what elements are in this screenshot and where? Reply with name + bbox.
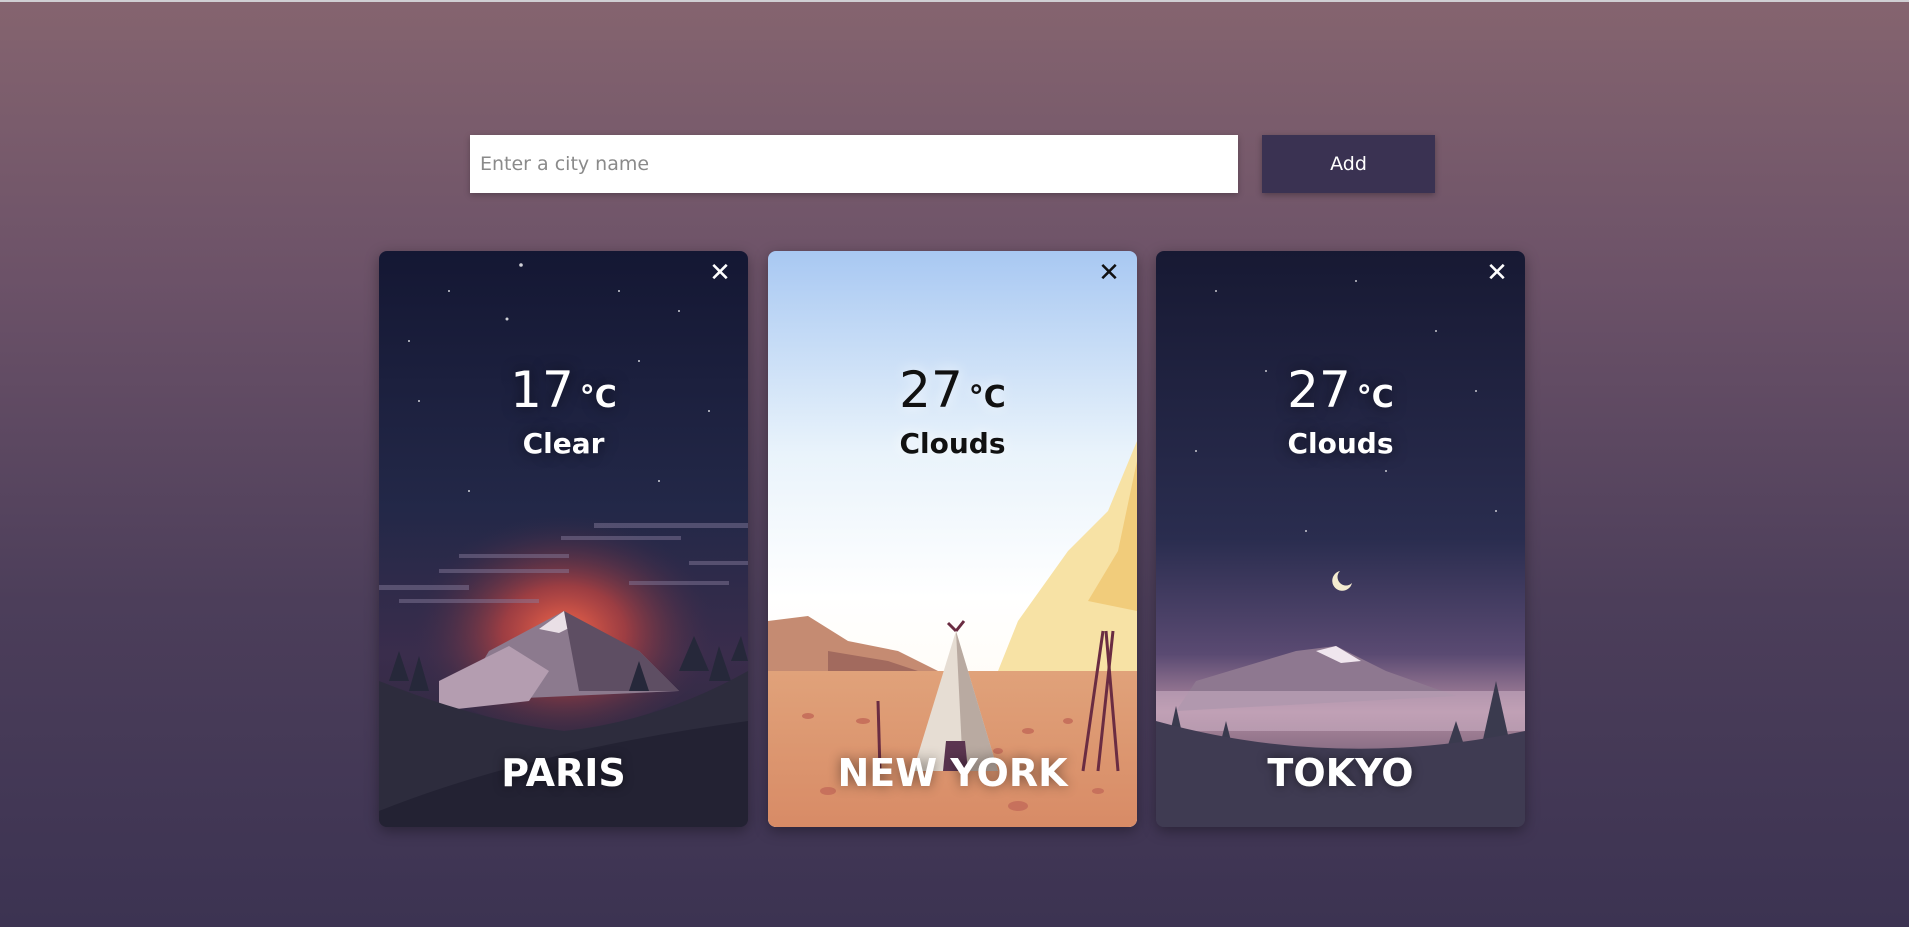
weather-condition: Clouds [899,427,1006,460]
weather-condition: Clear [522,427,605,460]
weather-info: 17 °C Clear [379,363,748,459]
weather-card-new-york: ✕ 27 °C Clouds NEW YORK [768,251,1137,827]
temperature-value: 27 [1287,361,1351,419]
add-city-button[interactable]: Add [1262,135,1435,193]
city-name: NEW YORK [837,751,1068,795]
night-mountain-moon-image [1156,251,1525,827]
temperature-value: 27 [899,361,963,419]
night-mountain-sunset-image [379,251,748,827]
city-name: TOKYO [1267,751,1414,795]
weather-card-tokyo: ✕ 27 °C Clouds TOKYO [1156,251,1525,827]
city-name: PARIS [501,751,626,795]
weather-info: 27 °C Clouds [1156,363,1525,459]
city-search-input[interactable] [470,135,1238,193]
desert-teepee-day-image [768,251,1137,827]
close-card-icon[interactable]: ✕ [1483,259,1511,287]
add-city-form: Add [470,135,1435,193]
weather-info: 27 °C Clouds [768,363,1137,459]
weather-condition: Clouds [1287,427,1394,460]
temperature-unit: °C [1356,380,1394,415]
temperature-value: 17 [510,361,574,419]
temperature-unit: °C [968,380,1006,415]
weather-card-paris: ✕ 17 °C Clear PARIS [379,251,748,827]
close-card-icon[interactable]: ✕ [1095,259,1123,287]
temperature-unit: °C [579,380,617,415]
window-top-border [0,0,1909,2]
close-card-icon[interactable]: ✕ [706,259,734,287]
